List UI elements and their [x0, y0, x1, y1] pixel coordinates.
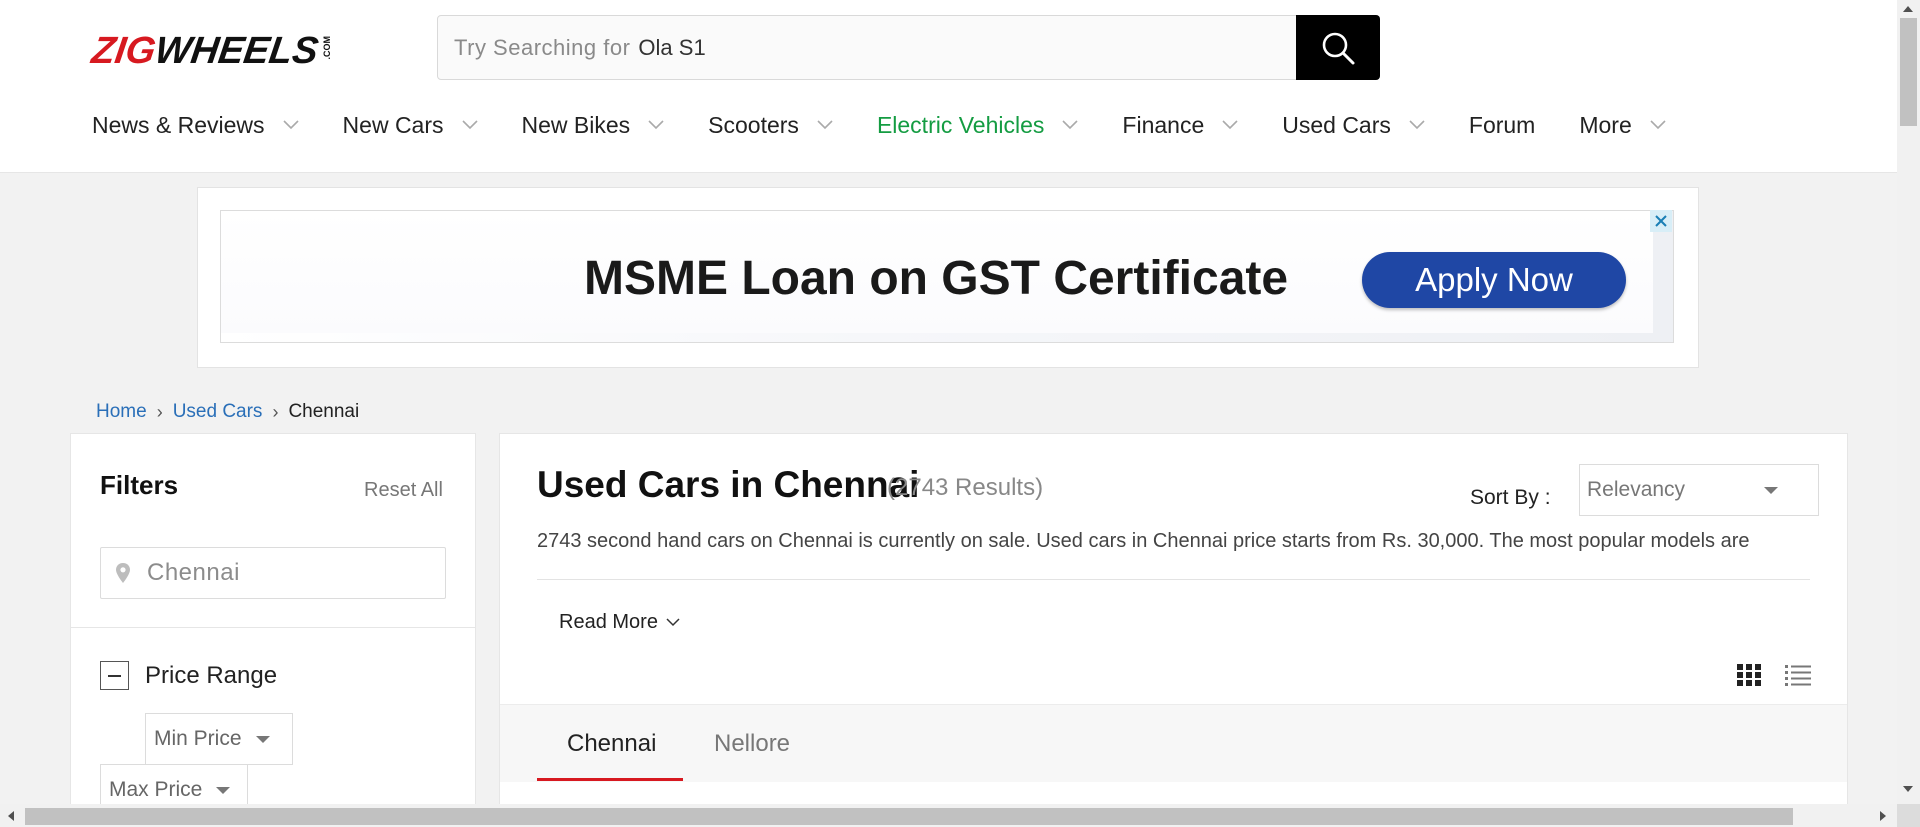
search-value: Ola S1	[638, 34, 706, 60]
chevron-down-icon	[1650, 120, 1666, 130]
city-tabs: Chennai Nellore	[500, 704, 1847, 782]
results-count: (2743 Results)	[887, 474, 1044, 501]
nav-finance[interactable]: Finance	[1122, 112, 1238, 139]
nav-more[interactable]: More	[1579, 111, 1666, 139]
ad-close-button[interactable]	[1650, 210, 1672, 232]
sort-by-label: Sort By :	[1470, 486, 1551, 509]
search-icon	[1322, 32, 1355, 64]
nav-label: More	[1579, 111, 1632, 138]
grid-view-icon[interactable]	[1736, 663, 1762, 692]
scroll-up-arrow-icon[interactable]	[1903, 6, 1913, 12]
scrollbar-corner	[1897, 804, 1920, 827]
nav-label: Finance	[1122, 111, 1205, 138]
page-title: Used Cars in Chennai	[537, 464, 920, 505]
nav-news-reviews[interactable]: News & Reviews	[92, 112, 299, 139]
scroll-right-arrow-icon[interactable]	[1880, 811, 1886, 821]
caret-down-icon	[216, 786, 231, 794]
breadcrumb-current: Chennai	[288, 401, 360, 422]
sort-value: Relevancy	[1587, 478, 1686, 501]
ad-apply-now-button[interactable]: Apply Now	[1362, 252, 1626, 308]
logo-com: .COM	[321, 36, 332, 60]
nav-label: New Bikes	[521, 111, 631, 138]
nav-label: Scooters	[708, 111, 799, 138]
active-tab-indicator	[537, 778, 683, 781]
sort-select[interactable]: Relevancy	[1579, 464, 1819, 516]
logo-zig: ZIG	[89, 30, 159, 72]
filters-divider	[71, 627, 475, 628]
caret-down-icon	[1764, 487, 1778, 494]
nav-label: Forum	[1468, 111, 1536, 138]
description-divider	[537, 579, 1810, 580]
search-bar: Try Searching for Ola S1	[437, 15, 1380, 80]
close-icon	[1655, 215, 1667, 227]
horizontal-scrollbar[interactable]	[0, 804, 1897, 827]
chevron-down-icon	[461, 120, 478, 130]
tab-chennai[interactable]: Chennai	[567, 730, 656, 758]
ad-headline: MSME Loan on GST Certificate	[584, 252, 1289, 305]
location-pin-icon	[116, 563, 130, 583]
list-view-icon[interactable]	[1784, 663, 1812, 692]
max-price-label: Max Price	[109, 778, 203, 801]
breadcrumb-used-cars[interactable]: Used Cars	[173, 401, 263, 423]
ad-banner[interactable]: MSME Loan on GST Certificate Apply Now	[220, 210, 1674, 343]
chevron-down-icon	[1062, 120, 1078, 130]
scroll-down-arrow-icon[interactable]	[1903, 786, 1913, 792]
location-input[interactable]: Chennai	[100, 547, 446, 599]
tab-nellore[interactable]: Nellore	[714, 730, 790, 758]
vertical-scrollbar[interactable]	[1897, 0, 1920, 804]
breadcrumb-separator: ›	[272, 401, 279, 422]
chevron-down-icon	[666, 618, 680, 627]
nav-label: News & Reviews	[92, 111, 265, 138]
caret-down-icon	[255, 735, 270, 743]
site-header: ZIGWHEELS .COM Try Searching for Ola S1 …	[0, 0, 1897, 173]
chevron-down-icon	[817, 120, 833, 130]
filters-title: Filters	[100, 470, 179, 500]
min-price-label: Min Price	[154, 727, 242, 750]
breadcrumb-separator: ›	[156, 401, 163, 422]
horizontal-scroll-thumb[interactable]	[25, 808, 1793, 825]
chevron-down-icon	[648, 120, 664, 130]
price-range-label: Price Range	[145, 662, 278, 689]
filters-panel: Filters Reset All Chennai Price Range Mi…	[70, 433, 476, 827]
zigwheels-logo[interactable]: ZIGWHEELS .COM	[89, 28, 372, 74]
reset-all-link[interactable]: Reset All	[364, 479, 443, 502]
breadcrumb: Home › Used Cars › Chennai	[96, 401, 359, 423]
chevron-down-icon	[282, 120, 299, 130]
location-value: Chennai	[147, 559, 240, 586]
search-button[interactable]	[1296, 15, 1380, 80]
read-more-button[interactable]: Read More	[559, 611, 680, 634]
minus-icon	[108, 674, 121, 677]
nav-electric-vehicles[interactable]: Electric Vehicles	[877, 112, 1078, 139]
nav-new-bikes[interactable]: New Bikes	[522, 112, 665, 139]
nav-label: Electric Vehicles	[876, 111, 1045, 138]
scroll-left-arrow-icon[interactable]	[8, 811, 14, 821]
listing-description: 2743 second hand cars on Chennai is curr…	[537, 530, 1750, 552]
vertical-scroll-thumb[interactable]	[1900, 18, 1917, 126]
min-price-select[interactable]: Min Price	[145, 713, 293, 765]
ad-container: MSME Loan on GST Certificate Apply Now	[197, 187, 1699, 368]
chevron-down-icon	[1409, 120, 1425, 130]
listing-panel: Used Cars in Chennai (2743 Results) Sort…	[499, 433, 1848, 827]
nav-scooters[interactable]: Scooters	[708, 112, 833, 139]
nav-label: New Cars	[342, 111, 444, 138]
nav-label: Used Cars	[1282, 111, 1391, 138]
search-input[interactable]: Try Searching for Ola S1	[438, 16, 1296, 79]
price-range-collapse-toggle[interactable]	[100, 661, 129, 690]
breadcrumb-home[interactable]: Home	[96, 401, 147, 423]
nav-forum[interactable]: Forum	[1469, 112, 1535, 139]
nav-new-cars[interactable]: New Cars	[343, 112, 478, 139]
logo-wheels: WHEELS	[152, 30, 321, 72]
nav-used-cars[interactable]: Used Cars	[1282, 112, 1425, 139]
chevron-down-icon	[1222, 120, 1238, 130]
search-placeholder: Try Searching for	[454, 34, 631, 60]
main-nav: News & Reviews New Cars New Bikes Scoote…	[92, 108, 1710, 142]
read-more-label: Read More	[559, 611, 658, 633]
